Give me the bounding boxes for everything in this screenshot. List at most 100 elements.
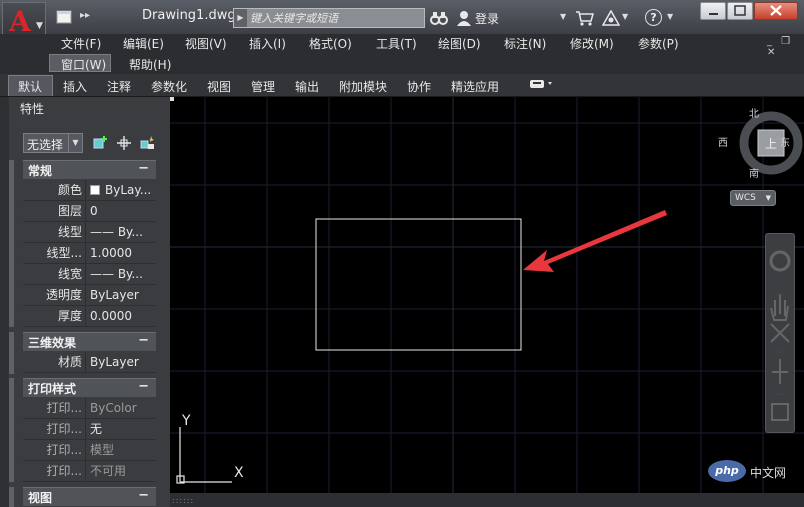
search-expand-icon[interactable]: ▶ <box>234 9 247 27</box>
viewcube-west[interactable]: 西 <box>718 138 728 149</box>
menu-dimension[interactable]: 标注(N) <box>504 35 546 52</box>
chevron-down-icon: ▼ <box>68 134 82 152</box>
tab-home[interactable]: 默认 <box>18 78 42 95</box>
property-name: 打印... <box>23 440 86 460</box>
section-title: 打印样式 <box>28 382 77 396</box>
minimize-button[interactable] <box>700 2 726 20</box>
ribbon-display-toggle-icon[interactable] <box>530 79 554 92</box>
showmotion-icon[interactable] <box>771 403 789 421</box>
drawn-rectangle[interactable] <box>315 218 522 351</box>
menu-parametric[interactable]: 参数(P) <box>638 35 679 52</box>
tab-annotate[interactable]: 注释 <box>107 78 131 95</box>
tab-manage[interactable]: 管理 <box>251 78 275 95</box>
menu-format[interactable]: 格式(O) <box>309 35 352 52</box>
command-line-grip-icon[interactable]: :::::: <box>172 496 194 505</box>
section-title: 三维效果 <box>28 336 77 350</box>
property-row[interactable]: 颜色 ByLay... <box>23 180 156 201</box>
tab-featured-apps[interactable]: 精选应用 <box>451 78 499 95</box>
zoom-extents-icon[interactable] <box>770 323 790 343</box>
document-window-controls[interactable]: _ ❐ ✕ <box>767 36 804 58</box>
tab-parametric[interactable]: 参数化 <box>151 78 187 95</box>
navigation-bar[interactable] <box>765 233 795 433</box>
user-icon[interactable] <box>456 10 472 29</box>
section-view-header[interactable]: 视图 − <box>23 487 156 506</box>
property-row[interactable]: 透明度 ByLayer <box>23 285 156 306</box>
property-row[interactable]: 材质 ByLayer <box>23 352 156 373</box>
toggle-pickadd-icon[interactable] <box>92 135 108 154</box>
property-value: —— By... <box>90 225 143 239</box>
close-button[interactable] <box>754 2 798 20</box>
sign-in-label[interactable]: 登录 <box>475 10 499 27</box>
tab-output[interactable]: 输出 <box>295 78 319 95</box>
help-icon[interactable]: ? <box>645 9 662 26</box>
quick-select-icon[interactable] <box>140 135 156 154</box>
steering-wheel-icon[interactable] <box>769 250 791 272</box>
canvas-corner-marker <box>170 97 174 101</box>
search-input[interactable] <box>250 10 420 26</box>
viewcube-east[interactable]: 东 <box>780 136 790 149</box>
property-value: ByColor <box>90 401 137 415</box>
property-value: ByLayer <box>90 288 139 302</box>
tab-collaborate[interactable]: 协作 <box>407 78 431 95</box>
ucs-x-label: X <box>234 465 244 481</box>
property-row[interactable]: 厚度 0.0000 <box>23 306 156 327</box>
chevron-down-icon[interactable]: ▼ <box>622 12 628 21</box>
collapse-icon[interactable]: − <box>138 379 149 394</box>
property-row[interactable]: 线型 —— By... <box>23 222 156 243</box>
select-objects-icon[interactable] <box>116 135 132 154</box>
palette-title-strip[interactable] <box>0 97 9 507</box>
autodesk-360-icon[interactable] <box>601 9 621 29</box>
property-row[interactable]: 线型... 1.0000 <box>23 243 156 264</box>
property-value: ByLayer <box>90 355 139 369</box>
new-file-icon[interactable] <box>54 9 74 25</box>
chevron-down-icon[interactable]: ▼ <box>667 12 673 21</box>
drawing-canvas[interactable]: Y X 上 北 南 东 西 <box>170 97 804 493</box>
pan-hand-icon[interactable] <box>770 294 789 321</box>
property-row[interactable]: 打印... 模型 <box>23 440 156 461</box>
viewcube-face-top[interactable]: 上 <box>765 137 777 151</box>
menu-view[interactable]: 视图(V) <box>185 35 227 52</box>
exchange-store-icon[interactable] <box>575 10 595 29</box>
section-3d-header[interactable]: 三维效果 − <box>23 332 156 351</box>
section-title: 视图 <box>28 491 53 505</box>
model-space-svg[interactable]: Y X 上 北 南 东 西 <box>170 97 804 493</box>
property-row[interactable]: 图层 0 <box>23 201 156 222</box>
tab-view[interactable]: 视图 <box>207 78 231 95</box>
palette-title: 特性 <box>20 102 45 116</box>
collapse-icon[interactable]: − <box>138 333 149 348</box>
menu-window[interactable]: 窗口(W) <box>61 56 106 73</box>
section-general-header[interactable]: 常规 − <box>23 160 156 179</box>
property-row[interactable]: 线宽 —— By... <box>23 264 156 285</box>
viewcube-north[interactable]: 北 <box>749 108 759 120</box>
viewcube[interactable]: 上 北 南 东 西 <box>718 108 803 180</box>
menu-file[interactable]: 文件(F) <box>61 35 101 52</box>
selection-dropdown[interactable]: 无选择 ▼ <box>23 133 83 153</box>
property-name: 厚度 <box>23 306 86 326</box>
document-title: Drawing1.dwg <box>142 8 236 23</box>
viewcube-south[interactable]: 南 <box>749 167 759 180</box>
property-row[interactable]: 打印... 无 <box>23 419 156 440</box>
search-box[interactable]: ▶ <box>233 8 425 28</box>
binoculars-search-icon[interactable] <box>430 10 448 29</box>
menu-edit[interactable]: 编辑(E) <box>123 35 164 52</box>
property-row[interactable]: 打印... ByColor <box>23 398 156 419</box>
menu-help[interactable]: 帮助(H) <box>129 56 171 73</box>
menu-draw[interactable]: 绘图(D) <box>438 35 481 52</box>
property-row[interactable]: 打印... 不可用 <box>23 461 156 482</box>
menu-insert[interactable]: 插入(I) <box>249 35 286 52</box>
orbit-icon[interactable] <box>772 359 788 384</box>
collapse-icon[interactable]: − <box>138 488 149 503</box>
section-side-bar <box>9 160 14 327</box>
collapse-icon[interactable]: − <box>138 161 149 176</box>
command-line-strip[interactable] <box>170 493 804 507</box>
chevron-down-icon[interactable]: ▼ <box>560 12 566 21</box>
maximize-button[interactable] <box>727 2 753 20</box>
section-plot-header[interactable]: 打印样式 − <box>23 378 156 397</box>
quick-access-more-icon[interactable]: ▸▸ <box>80 10 90 21</box>
tab-insert[interactable]: 插入 <box>63 78 87 95</box>
menu-modify[interactable]: 修改(M) <box>570 35 614 52</box>
tab-addins[interactable]: 附加模块 <box>339 78 387 95</box>
wcs-menu-button[interactable]: WCS ▼ <box>730 190 776 206</box>
menu-tools[interactable]: 工具(T) <box>376 35 417 52</box>
selection-value: 无选择 <box>27 138 64 152</box>
